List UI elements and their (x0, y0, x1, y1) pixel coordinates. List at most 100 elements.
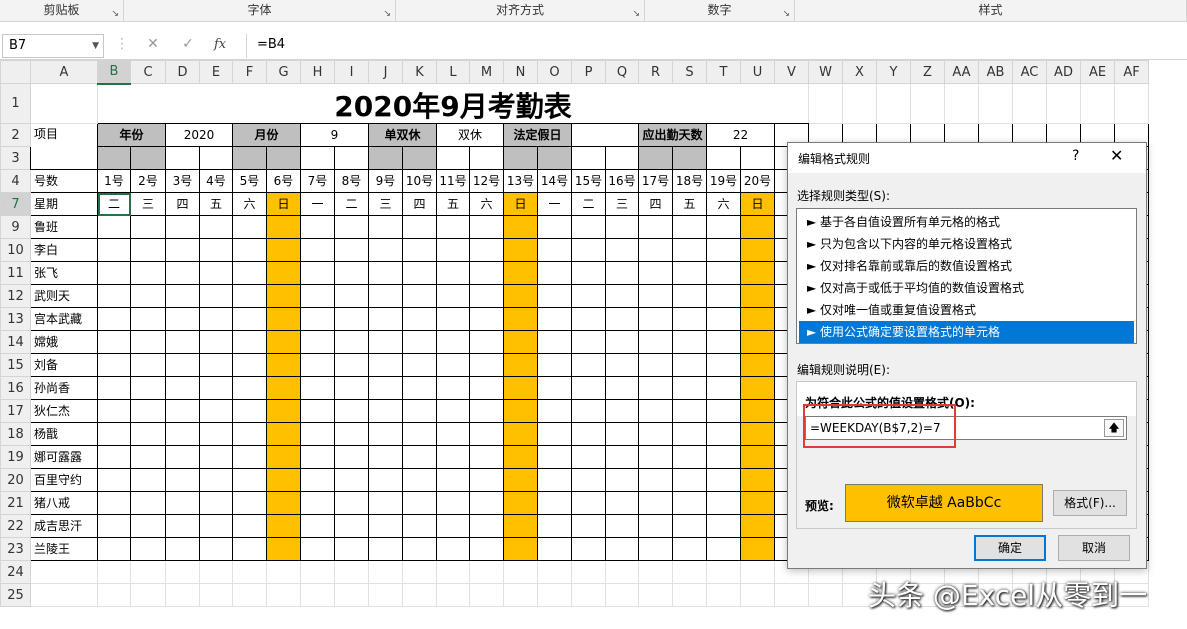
dialog-launcher-icon[interactable]: ↘ (383, 4, 391, 24)
column-header-a[interactable]: A (30, 60, 98, 84)
attendance-cell[interactable] (266, 261, 301, 285)
attendance-cell[interactable] (97, 215, 131, 239)
attendance-cell[interactable] (740, 514, 775, 538)
attendance-cell[interactable] (402, 376, 437, 400)
column-header-ae[interactable]: AE (1080, 60, 1115, 84)
attendance-cell[interactable] (537, 468, 572, 492)
attendance-cell[interactable] (199, 284, 233, 308)
row-header[interactable]: 3 (0, 146, 31, 170)
attendance-cell[interactable] (436, 399, 470, 423)
attendance-cell[interactable] (638, 261, 673, 285)
attendance-cell[interactable] (571, 376, 606, 400)
attendance-cell[interactable] (672, 537, 707, 561)
column-header-k[interactable]: K (402, 60, 437, 84)
attendance-cell[interactable] (232, 238, 267, 262)
attendance-cell[interactable] (266, 353, 301, 377)
attendance-cell[interactable] (130, 215, 166, 239)
attendance-cell[interactable] (706, 468, 741, 492)
attendance-cell[interactable] (368, 537, 403, 561)
attendance-cell[interactable] (199, 353, 233, 377)
attendance-cell[interactable] (503, 514, 538, 538)
weekday-cell[interactable]: 五 (199, 192, 233, 216)
attendance-cell[interactable] (266, 307, 301, 331)
attendance-cell[interactable] (740, 330, 775, 354)
ok-button[interactable]: 确定 (974, 535, 1046, 561)
attendance-cell[interactable] (469, 261, 504, 285)
column-header-c[interactable]: C (130, 60, 166, 84)
attendance-cell[interactable] (232, 330, 267, 354)
weekday-cell[interactable]: 五 (436, 192, 470, 216)
attendance-cell[interactable] (165, 238, 200, 262)
attendance-cell[interactable] (368, 468, 403, 492)
attendance-cell[interactable] (436, 238, 470, 262)
attendance-cell[interactable] (266, 422, 301, 446)
rule-type-item[interactable]: ► 仅对唯一值或重复值设置格式 (799, 299, 1134, 321)
attendance-cell[interactable] (469, 537, 504, 561)
column-header-h[interactable]: H (300, 60, 335, 84)
attendance-cell[interactable] (672, 422, 707, 446)
attendance-cell[interactable] (266, 238, 301, 262)
attendance-cell[interactable] (537, 238, 572, 262)
attendance-cell[interactable] (605, 215, 639, 239)
attendance-cell[interactable] (334, 353, 369, 377)
attendance-cell[interactable] (334, 491, 369, 515)
attendance-cell[interactable] (334, 261, 369, 285)
attendance-cell[interactable] (436, 261, 470, 285)
attendance-cell[interactable] (402, 353, 437, 377)
attendance-cell[interactable] (130, 468, 166, 492)
attendance-cell[interactable] (436, 215, 470, 239)
attendance-cell[interactable] (97, 330, 131, 354)
attendance-cell[interactable] (402, 330, 437, 354)
column-header-ad[interactable]: AD (1046, 60, 1081, 84)
attendance-cell[interactable] (199, 445, 233, 469)
row-header[interactable]: 25 (0, 583, 31, 607)
attendance-cell[interactable] (368, 445, 403, 469)
chevron-down-icon[interactable]: ▼ (92, 35, 99, 57)
attendance-cell[interactable] (436, 330, 470, 354)
attendance-cell[interactable] (232, 445, 267, 469)
row-header[interactable]: 11 (0, 261, 31, 285)
attendance-cell[interactable] (232, 284, 267, 308)
row-header[interactable]: 12 (0, 284, 31, 308)
column-header-v[interactable]: V (774, 60, 809, 84)
attendance-cell[interactable] (469, 399, 504, 423)
attendance-cell[interactable] (672, 215, 707, 239)
attendance-cell[interactable] (571, 468, 606, 492)
attendance-cell[interactable] (368, 330, 403, 354)
attendance-cell[interactable] (537, 537, 572, 561)
attendance-cell[interactable] (402, 445, 437, 469)
row-header[interactable]: 21 (0, 491, 31, 515)
attendance-cell[interactable] (503, 353, 538, 377)
attendance-cell[interactable] (266, 215, 301, 239)
attendance-cell[interactable] (469, 330, 504, 354)
weekday-cell[interactable]: 二 (334, 192, 369, 216)
column-header-ab[interactable]: AB (978, 60, 1013, 84)
rule-type-item[interactable]: ► 仅对排名靠前或靠后的数值设置格式 (799, 255, 1134, 277)
row-header[interactable]: 14 (0, 330, 31, 354)
row-header[interactable]: 24 (0, 560, 31, 584)
attendance-cell[interactable] (130, 353, 166, 377)
row-header[interactable]: 17 (0, 399, 31, 423)
attendance-cell[interactable] (638, 399, 673, 423)
attendance-cell[interactable] (503, 238, 538, 262)
attendance-cell[interactable] (300, 399, 335, 423)
attendance-cell[interactable] (165, 284, 200, 308)
attendance-cell[interactable] (232, 353, 267, 377)
weekday-cell[interactable]: 三 (130, 192, 166, 216)
column-header-j[interactable]: J (368, 60, 403, 84)
attendance-cell[interactable] (402, 399, 437, 423)
rule-type-item[interactable]: ► 只为包含以下内容的单元格设置格式 (799, 233, 1134, 255)
attendance-cell[interactable] (672, 261, 707, 285)
attendance-cell[interactable] (436, 514, 470, 538)
cancel-icon[interactable]: ✕ (143, 36, 163, 52)
row-header[interactable]: 1 (0, 83, 31, 124)
attendance-cell[interactable] (605, 376, 639, 400)
column-header-b[interactable]: B (97, 60, 131, 85)
column-header-q[interactable]: Q (605, 60, 639, 84)
insert-function-icon[interactable]: fx (214, 37, 226, 52)
row-header[interactable]: 2 (0, 123, 31, 147)
attendance-cell[interactable] (334, 445, 369, 469)
attendance-cell[interactable] (706, 445, 741, 469)
attendance-cell[interactable] (334, 284, 369, 308)
weekday-cell[interactable]: 三 (368, 192, 403, 216)
